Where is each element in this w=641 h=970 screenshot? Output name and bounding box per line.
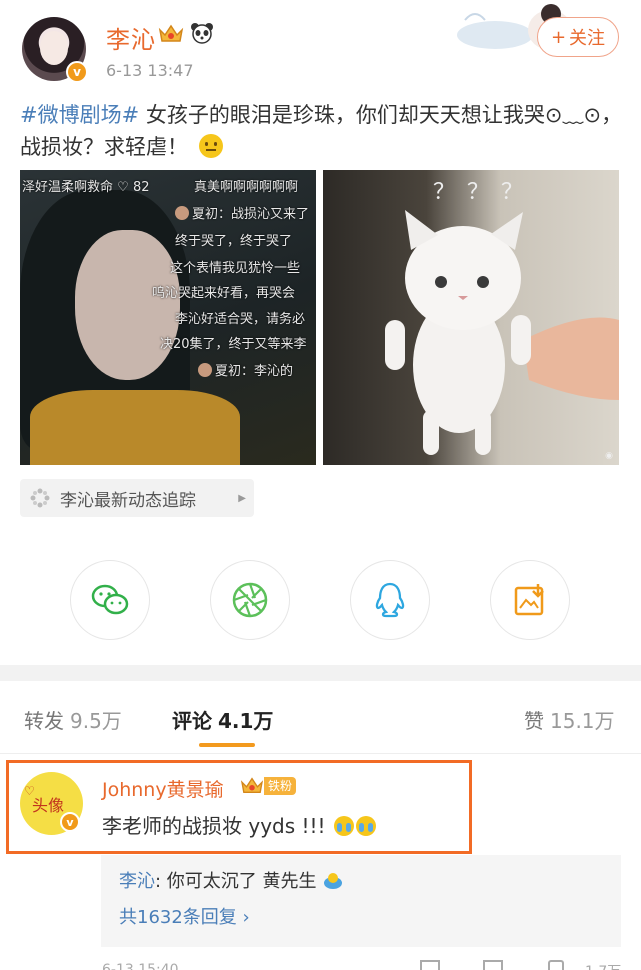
- post-image-1[interactable]: 泽好温柔啊救命 ♡ 82 真美啊啊啊啊啊啊 夏初：战损沁又来了 终于哭了，终于哭…: [20, 170, 316, 465]
- danmaku-line: 决20集了，终于又等来李: [160, 337, 307, 352]
- tab-likes[interactable]: 赞 15.1万: [524, 705, 615, 734]
- danmaku-line: 李沁好适合哭，请务必: [175, 312, 306, 327]
- share-qq-button[interactable]: [350, 560, 430, 640]
- danmaku-avatar: [175, 206, 189, 220]
- neutral-face-emoji-icon: [198, 134, 223, 158]
- panda-icon: [191, 23, 213, 44]
- chevron-right-icon: ›: [242, 907, 250, 928]
- crying-emoji-icon: [355, 816, 376, 836]
- save-image-icon: [514, 584, 544, 616]
- follow-button[interactable]: + 关注: [537, 17, 619, 57]
- bird-emoji-icon: [324, 873, 343, 889]
- follow-label: 关注: [569, 28, 606, 49]
- danmaku-line: 终于哭了，终于哭了: [175, 234, 293, 249]
- tabs-divider: [0, 753, 641, 754]
- tab-repost[interactable]: 转发 9.5万: [24, 705, 122, 734]
- reply-author[interactable]: 李沁: [119, 871, 155, 892]
- member-crown-icon: [158, 24, 184, 42]
- plus-icon: +: [550, 26, 567, 48]
- save-image-button[interactable]: [490, 560, 570, 640]
- comment-icon[interactable]: [483, 960, 503, 970]
- danmaku-line: 夏初：战损沁又来了: [175, 203, 309, 222]
- danmaku-line: 夏初：李沁的: [198, 360, 293, 379]
- reply-box[interactable]: 李沁: 你可太沉了 黄先生 共1632条回复 ›: [101, 855, 621, 947]
- image-hood: [30, 390, 240, 465]
- author-avatar[interactable]: v: [22, 17, 88, 83]
- member-crown-icon: [240, 777, 264, 793]
- next-comment-time: 6-13 15:40: [102, 962, 179, 970]
- author-name[interactable]: 李沁: [106, 20, 156, 55]
- fan-badge: 铁粉: [264, 777, 297, 795]
- like-icon[interactable]: [548, 960, 564, 970]
- post-time: 6-13 13:47: [106, 61, 194, 80]
- reply-text: : 你可太沉了 黄先生: [155, 871, 317, 892]
- danmaku-avatar: [198, 363, 212, 377]
- danmaku-line: 泽好温柔啊救命 ♡ 82: [22, 180, 150, 195]
- share-moments-button[interactable]: [210, 560, 290, 640]
- more-replies-link[interactable]: 共1632条回复 ›: [119, 903, 250, 929]
- verified-badge-icon: v: [66, 61, 88, 83]
- verified-badge-icon: v: [60, 812, 80, 832]
- avatar-face: [40, 31, 68, 65]
- tab-comments[interactable]: 评论 4.1万: [172, 705, 273, 734]
- danmaku-line: 真美啊啊啊啊啊啊: [194, 180, 299, 195]
- share-wechat-button[interactable]: [70, 560, 150, 640]
- tracking-label: 李沁最新动态追踪: [60, 490, 196, 511]
- avatar-scribble: 头像: [32, 796, 65, 815]
- watermark-icon: ◉: [605, 451, 613, 461]
- commenter-name[interactable]: Johnny黄景瑜: [102, 775, 224, 802]
- danmaku-line: 这个表情我见犹怜一些: [170, 261, 301, 276]
- tracking-chip[interactable]: 李沁最新动态追踪 ▶: [20, 479, 254, 517]
- chevron-right-icon: ▶: [238, 492, 246, 504]
- post-image-2[interactable]: ？？？ ◉: [323, 170, 619, 465]
- wechat-icon: [91, 584, 129, 615]
- topic-link[interactable]: #微博剧场#: [20, 103, 139, 127]
- like-icon: ♡: [117, 180, 129, 195]
- share-icon[interactable]: [420, 960, 440, 970]
- active-tab-indicator: [199, 743, 255, 747]
- weibo-post-page: v 李沁 6-13 13:47 + 关注 #微博剧场# 女孩子的眼泪是珍珠，你们…: [0, 0, 641, 970]
- image-face: [75, 230, 180, 380]
- comment-text: 李老师的战损妆 yyds !!!: [102, 810, 376, 839]
- sparkle-icon: [30, 488, 50, 508]
- moments-icon: [232, 582, 268, 618]
- danmaku-line: 呜沁哭起来好看，再哭会: [152, 286, 296, 301]
- kitten-illustration: [385, 210, 619, 455]
- post-text: #微博剧场# 女孩子的眼泪是珍珠，你们却天天想让我哭⊙﹏⊙，战损妆？求轻虐！: [20, 99, 625, 163]
- reply-line: 李沁: 你可太沉了 黄先生: [119, 867, 344, 893]
- section-divider: [0, 665, 641, 681]
- crying-emoji-icon: [333, 816, 354, 836]
- next-comment-likes: 1.7万: [585, 961, 621, 970]
- qq-icon: [375, 582, 405, 618]
